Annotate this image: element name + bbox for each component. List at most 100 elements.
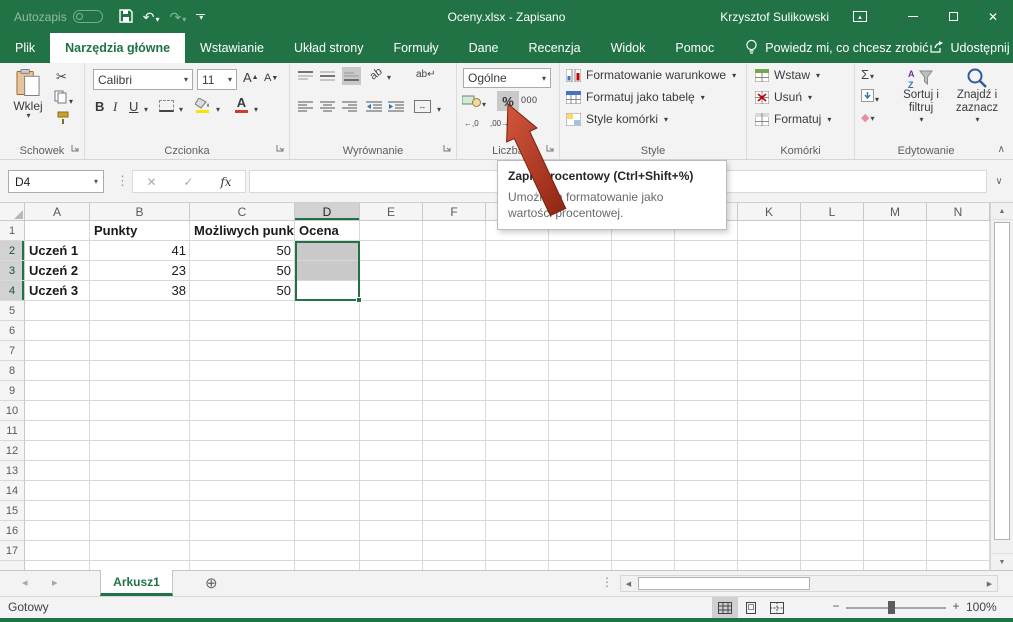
row-header-3[interactable]: 3 [0,261,25,281]
row-header-16[interactable]: 16 [0,521,25,541]
fill-color-dropdown-icon[interactable]: ▾ [216,105,220,114]
cell-M1[interactable] [864,221,927,241]
cell-E4[interactable] [360,281,423,301]
align-right-button[interactable] [342,100,357,112]
next-sheet-button[interactable]: ▸ [52,576,58,589]
cell-J6[interactable] [675,321,738,341]
cell-E7[interactable] [360,341,423,361]
cell-I4[interactable] [612,281,675,301]
number-dialog-launcher[interactable] [546,142,555,156]
cell-F5[interactable] [423,301,486,321]
cell-styles-dropdown-icon[interactable]: ▾ [664,115,668,124]
cell-N11[interactable] [927,421,990,441]
cell-D13[interactable] [295,461,360,481]
cell-G2[interactable] [486,241,549,261]
cell-I13[interactable] [612,461,675,481]
cell-E13[interactable] [360,461,423,481]
cell-K4[interactable] [738,281,801,301]
row-header-13[interactable]: 13 [0,461,25,481]
maximize-button[interactable] [933,0,973,33]
delete-dropdown-icon[interactable]: ▾ [808,93,812,102]
cell-N8[interactable] [927,361,990,381]
scroll-down-button[interactable]: ▼ [991,553,1013,570]
cell-N9[interactable] [927,381,990,401]
cell-E18[interactable] [360,561,423,570]
italic-button[interactable]: I [113,99,117,115]
cell-A13[interactable] [25,461,90,481]
cell-A9[interactable] [25,381,90,401]
cell-L8[interactable] [801,361,864,381]
align-top-button[interactable] [298,70,313,82]
ribbon-display-options-icon[interactable]: ▴ [853,11,867,22]
cell-H6[interactable] [549,321,612,341]
copy-dropdown-icon[interactable]: ▾ [69,97,73,106]
cell-M3[interactable] [864,261,927,281]
align-left-button[interactable] [298,100,313,112]
cell-H10[interactable] [549,401,612,421]
cell-L4[interactable] [801,281,864,301]
orientation-dropdown-icon[interactable]: ▾ [387,73,391,82]
cell-E16[interactable] [360,521,423,541]
decrease-decimal-button[interactable]: ,00→ [490,119,509,128]
cell-K13[interactable] [738,461,801,481]
cell-L11[interactable] [801,421,864,441]
cell-I10[interactable] [612,401,675,421]
cell-L9[interactable] [801,381,864,401]
copy-button[interactable]: ▾ [54,90,73,107]
cell-D14[interactable] [295,481,360,501]
cell-E1[interactable] [360,221,423,241]
cell-B6[interactable] [90,321,190,341]
cell-I8[interactable] [612,361,675,381]
vertical-scrollbar[interactable]: ▲ ▼ [990,203,1013,570]
cell-K16[interactable] [738,521,801,541]
cell-N2[interactable] [927,241,990,261]
cell-K5[interactable] [738,301,801,321]
cell-I12[interactable] [612,441,675,461]
comma-style-button[interactable]: 000 [521,95,538,105]
cell-F13[interactable] [423,461,486,481]
tab-widok[interactable]: Widok [596,33,661,63]
cell-C15[interactable] [190,501,295,521]
conditional-formatting-button[interactable]: Formatowanie warunkowe▾ [566,68,736,82]
cell-N14[interactable] [927,481,990,501]
row-header-7[interactable]: 7 [0,341,25,361]
accounting-dropdown-icon[interactable]: ▾ [482,100,486,109]
cell-G11[interactable] [486,421,549,441]
cell-B4[interactable]: 38 [90,281,190,301]
zoom-in-button[interactable]: + [950,599,962,613]
prev-sheet-button[interactable]: ◂ [22,576,28,589]
cell-C17[interactable] [190,541,295,561]
cell-H8[interactable] [549,361,612,381]
cell-M11[interactable] [864,421,927,441]
cell-I5[interactable] [612,301,675,321]
merge-dropdown-icon[interactable]: ▾ [437,105,441,114]
font-size-dropdown-icon[interactable]: ▾ [228,75,232,84]
borders-button[interactable] [159,100,174,112]
cell-K14[interactable] [738,481,801,501]
cell-I2[interactable] [612,241,675,261]
cell-B1[interactable]: Punkty [90,221,190,241]
cell-A1[interactable] [25,221,90,241]
cell-L6[interactable] [801,321,864,341]
insert-dropdown-icon[interactable]: ▾ [816,71,820,80]
cell-C16[interactable] [190,521,295,541]
cell-A11[interactable] [25,421,90,441]
cell-K7[interactable] [738,341,801,361]
cell-N3[interactable] [927,261,990,281]
save-icon[interactable] [119,9,133,25]
cell-A8[interactable] [25,361,90,381]
cell-G10[interactable] [486,401,549,421]
cell-A4[interactable]: Uczeń 3 [25,281,90,301]
cell-L10[interactable] [801,401,864,421]
cell-N18[interactable] [927,561,990,570]
cell-N15[interactable] [927,501,990,521]
cell-E2[interactable] [360,241,423,261]
cell-M18[interactable] [864,561,927,570]
cell-N4[interactable] [927,281,990,301]
cell-A12[interactable] [25,441,90,461]
conditional-formatting-dropdown-icon[interactable]: ▾ [732,71,736,80]
zoom-out-button[interactable]: − [830,599,842,613]
cell-E3[interactable] [360,261,423,281]
cell-D15[interactable] [295,501,360,521]
zoom-slider-thumb[interactable] [888,601,895,614]
